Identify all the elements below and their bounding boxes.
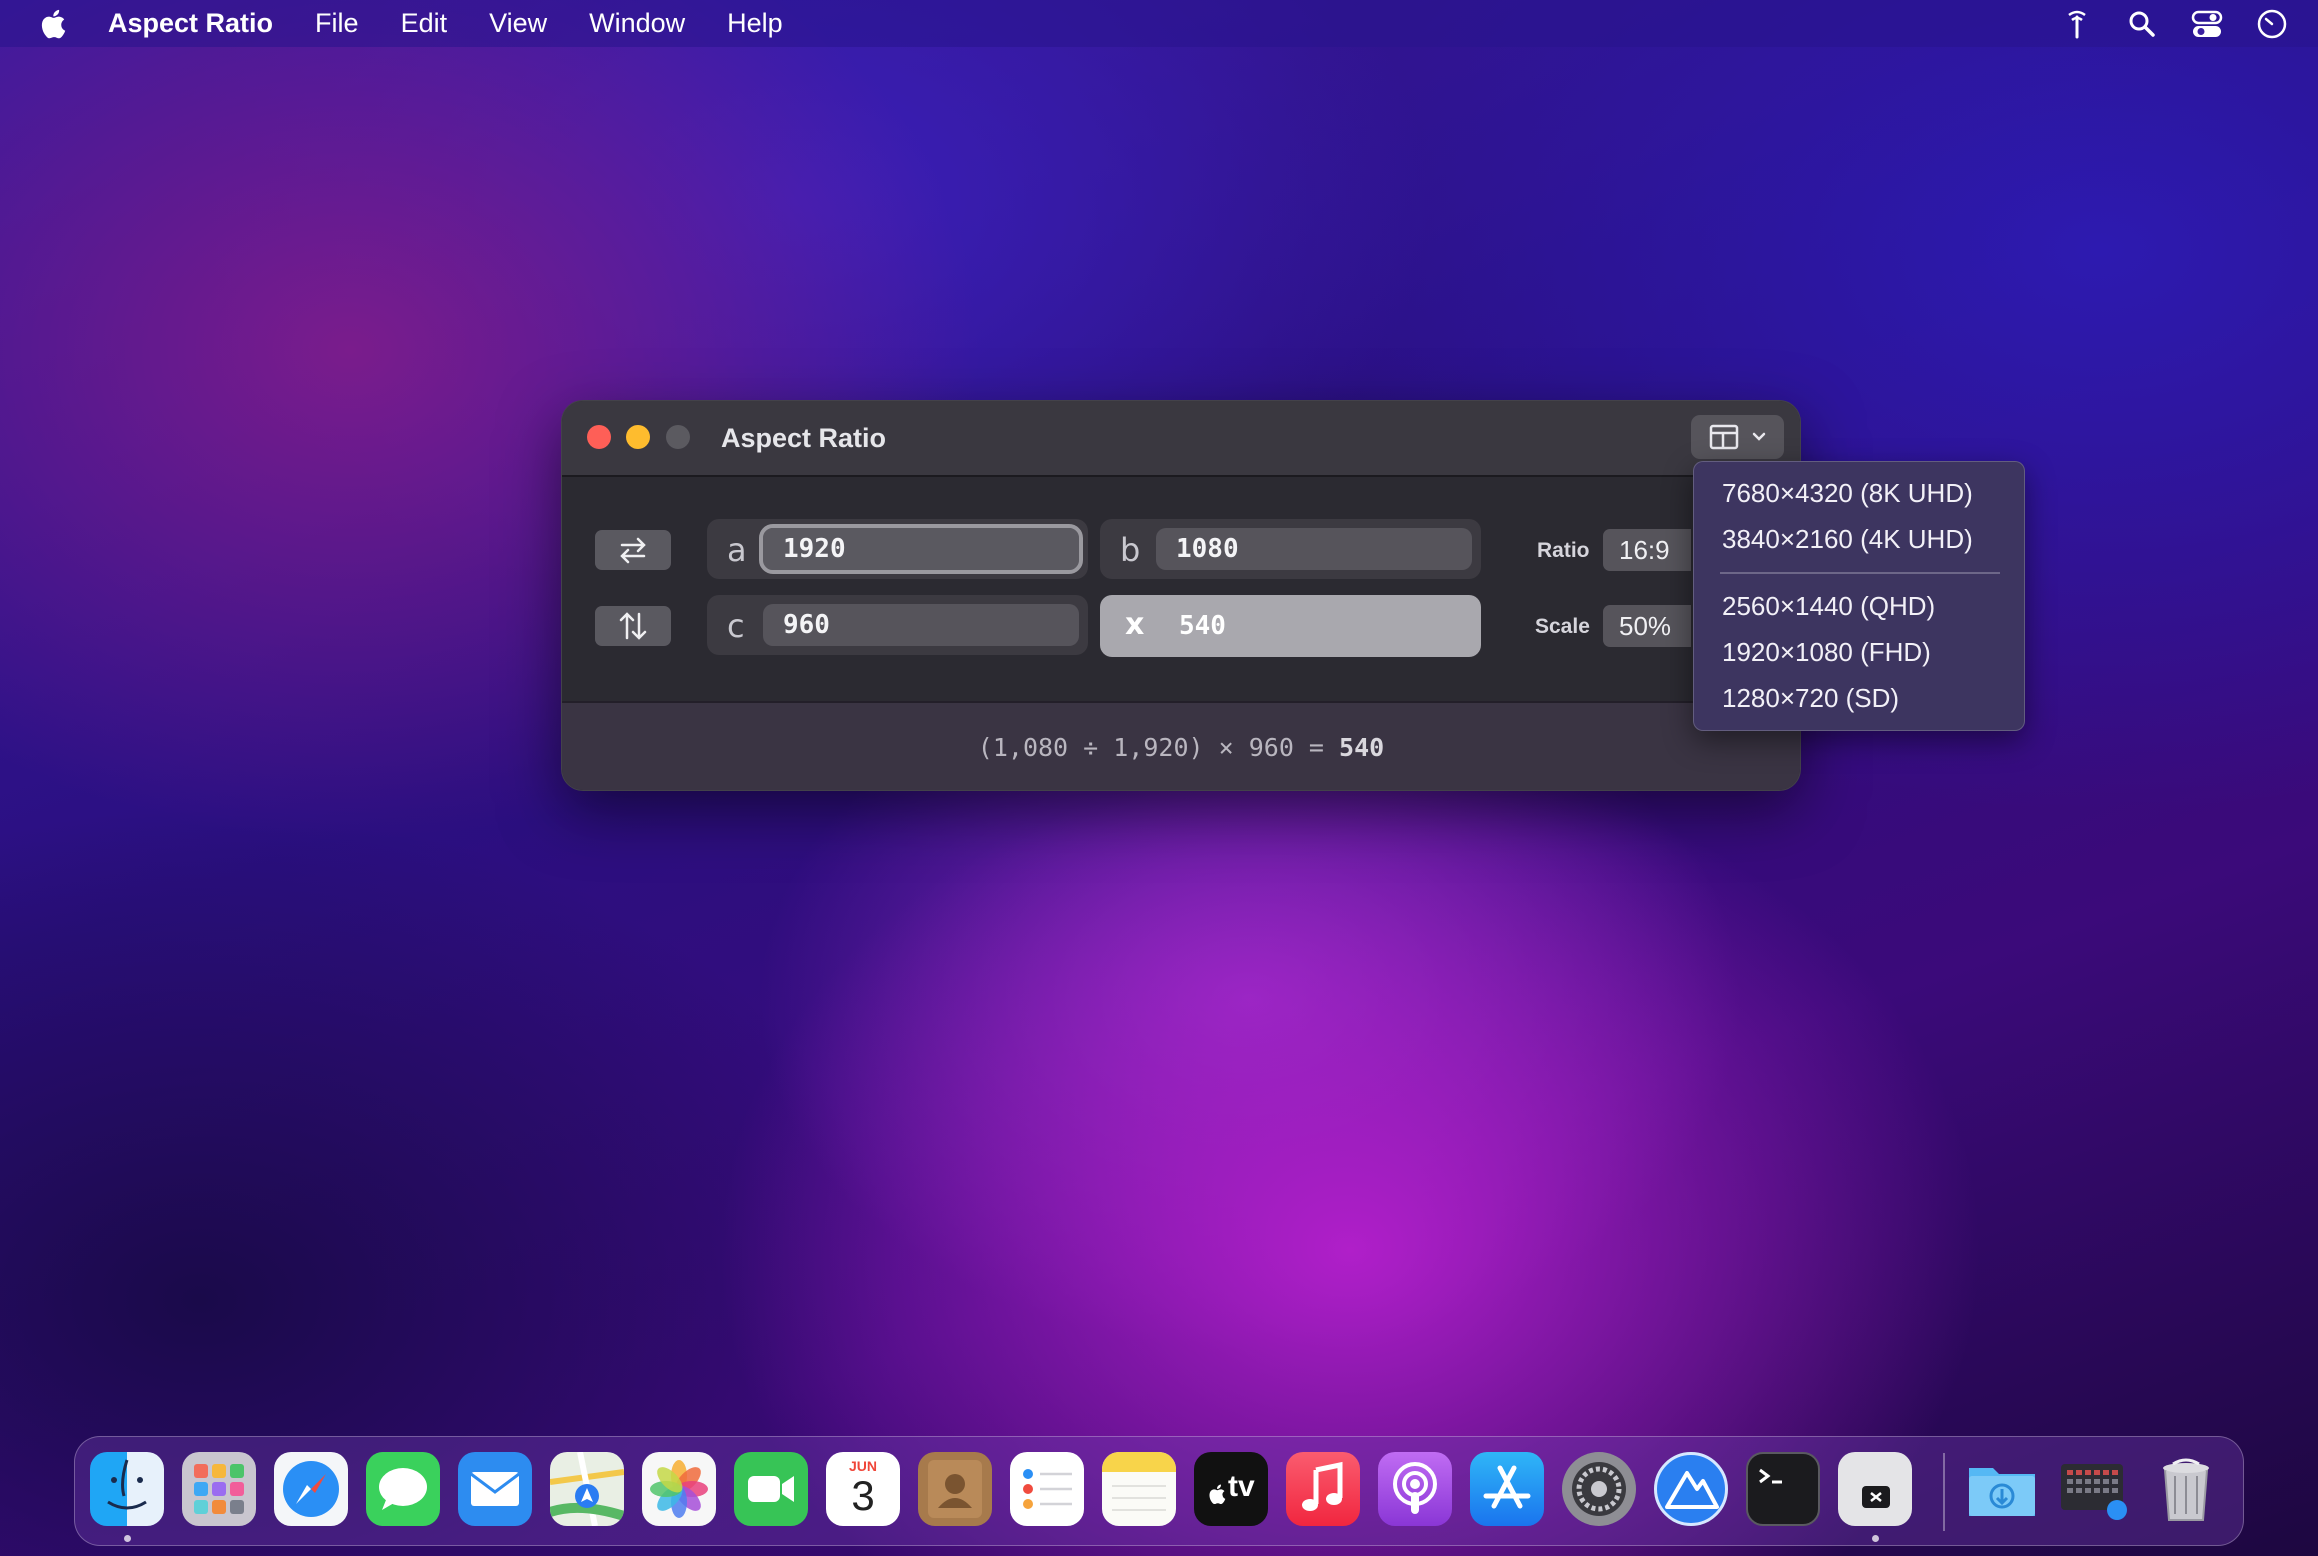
simulator-app-icon[interactable] (1838, 1452, 1912, 1526)
preset-qhd[interactable]: 2560×1440 (QHD) (1722, 591, 1935, 622)
screenshot-grid-icon[interactable] (2057, 1452, 2131, 1526)
field-a-label: a (727, 531, 747, 569)
field-c-group: c 960 (707, 595, 1088, 655)
field-b-group: b 1080 (1100, 519, 1481, 579)
minimize-button[interactable] (626, 425, 650, 449)
menu-app-name[interactable]: Aspect Ratio (108, 8, 273, 39)
aspect-ratio-app-icon[interactable] (1654, 1452, 1728, 1526)
ratio-field[interactable]: 16:9 (1603, 529, 1691, 571)
calculator-panel: a 1920 b 1080 c 960 x 540 Ratio 16:9 Sca… (562, 477, 1800, 701)
field-b-label: b (1120, 531, 1141, 569)
system-settings-icon[interactable] (1562, 1452, 1636, 1526)
menu-bar: Aspect Ratio File Edit View Window Help (0, 0, 2318, 47)
chevron-down-icon (1752, 432, 1765, 441)
safari-icon[interactable] (274, 1452, 348, 1526)
field-b-input[interactable]: 1080 (1156, 528, 1472, 570)
menu-window[interactable]: Window (589, 8, 685, 39)
trash-icon[interactable] (2149, 1452, 2223, 1526)
aspect-ratio-window: Aspect Ratio a 1920 b 1080 c 960 x 540 R… (561, 400, 1801, 791)
formula-bar: (1,080 ÷ 1,920) × 960 = 540 (562, 701, 1800, 790)
formula-result: 540 (1339, 733, 1385, 762)
launchpad-icon[interactable] (182, 1452, 256, 1526)
field-c-label: c (727, 607, 745, 645)
terminal-icon[interactable] (1746, 1452, 1820, 1526)
swap-vertical-icon (619, 612, 647, 640)
preset-8k-uhd[interactable]: 7680×4320 (8K UHD) (1722, 478, 1973, 509)
contacts-icon[interactable] (918, 1452, 992, 1526)
presets-dropdown: 7680×4320 (8K UHD) 3840×2160 (4K UHD) 25… (1693, 461, 2025, 731)
apple-tv-label: tv (1228, 1470, 1255, 1503)
presets-menu-button[interactable] (1691, 415, 1784, 459)
dock: JUN 3 tv (74, 1436, 2244, 1546)
apple-logo-icon[interactable] (38, 7, 72, 41)
close-button[interactable] (587, 425, 611, 449)
photos-icon[interactable] (642, 1452, 716, 1526)
calendar-icon[interactable]: JUN 3 (826, 1452, 900, 1526)
music-icon[interactable] (1286, 1452, 1360, 1526)
facetime-icon[interactable] (734, 1452, 808, 1526)
layout-icon (1709, 424, 1738, 450)
title-bar: Aspect Ratio (562, 401, 1800, 477)
menu-help[interactable]: Help (727, 8, 783, 39)
field-x-value: 540 (1179, 611, 1226, 641)
field-a-input[interactable]: 1920 (759, 524, 1083, 574)
finder-icon[interactable] (90, 1452, 164, 1526)
field-c-input[interactable]: 960 (763, 604, 1079, 646)
menu-separator (1720, 572, 2000, 574)
menu-edit[interactable]: Edit (401, 8, 448, 39)
app-store-icon[interactable] (1470, 1452, 1544, 1526)
window-title: Aspect Ratio (721, 423, 887, 453)
preset-4k-uhd[interactable]: 3840×2160 (4K UHD) (1722, 524, 1973, 555)
control-center-icon[interactable] (2188, 5, 2226, 43)
antenna-icon[interactable] (2058, 5, 2096, 43)
app-running-dot (1872, 1535, 1879, 1542)
scale-label: Scale (1535, 615, 1590, 638)
notes-icon[interactable] (1102, 1452, 1176, 1526)
search-icon[interactable] (2123, 5, 2161, 43)
swap-horizontal-button[interactable] (595, 530, 671, 570)
menu-file[interactable]: File (315, 8, 359, 39)
calendar-day: 3 (851, 1472, 875, 1519)
preset-fhd[interactable]: 1920×1080 (FHD) (1722, 637, 1931, 668)
field-x-result[interactable]: x 540 (1100, 595, 1481, 657)
mail-icon[interactable] (458, 1452, 532, 1526)
field-x-label: x (1125, 607, 1145, 642)
clock-icon[interactable] (2253, 5, 2291, 43)
swap-horizontal-icon (620, 537, 646, 564)
swap-vertical-button[interactable] (595, 606, 671, 646)
dock-separator (1943, 1453, 1945, 1531)
preset-sd[interactable]: 1280×720 (SD) (1722, 683, 1899, 714)
formula-text: (1,080 ÷ 1,920) × 960 = 540 (562, 733, 1800, 762)
zoom-button[interactable] (666, 425, 690, 449)
maps-icon[interactable] (550, 1452, 624, 1526)
formula-expression: (1,080 ÷ 1,920) × 960 = (977, 733, 1324, 762)
ratio-label: Ratio (1537, 539, 1590, 562)
apple-tv-icon[interactable]: tv (1194, 1452, 1268, 1526)
finder-running-dot (124, 1535, 131, 1542)
field-a-group: a 1920 (707, 519, 1088, 579)
podcasts-icon[interactable] (1378, 1452, 1452, 1526)
downloads-folder-icon[interactable] (1965, 1452, 2039, 1526)
reminders-icon[interactable] (1010, 1452, 1084, 1526)
menu-view[interactable]: View (489, 8, 547, 39)
messages-icon[interactable] (366, 1452, 440, 1526)
scale-field[interactable]: 50% (1603, 605, 1691, 647)
